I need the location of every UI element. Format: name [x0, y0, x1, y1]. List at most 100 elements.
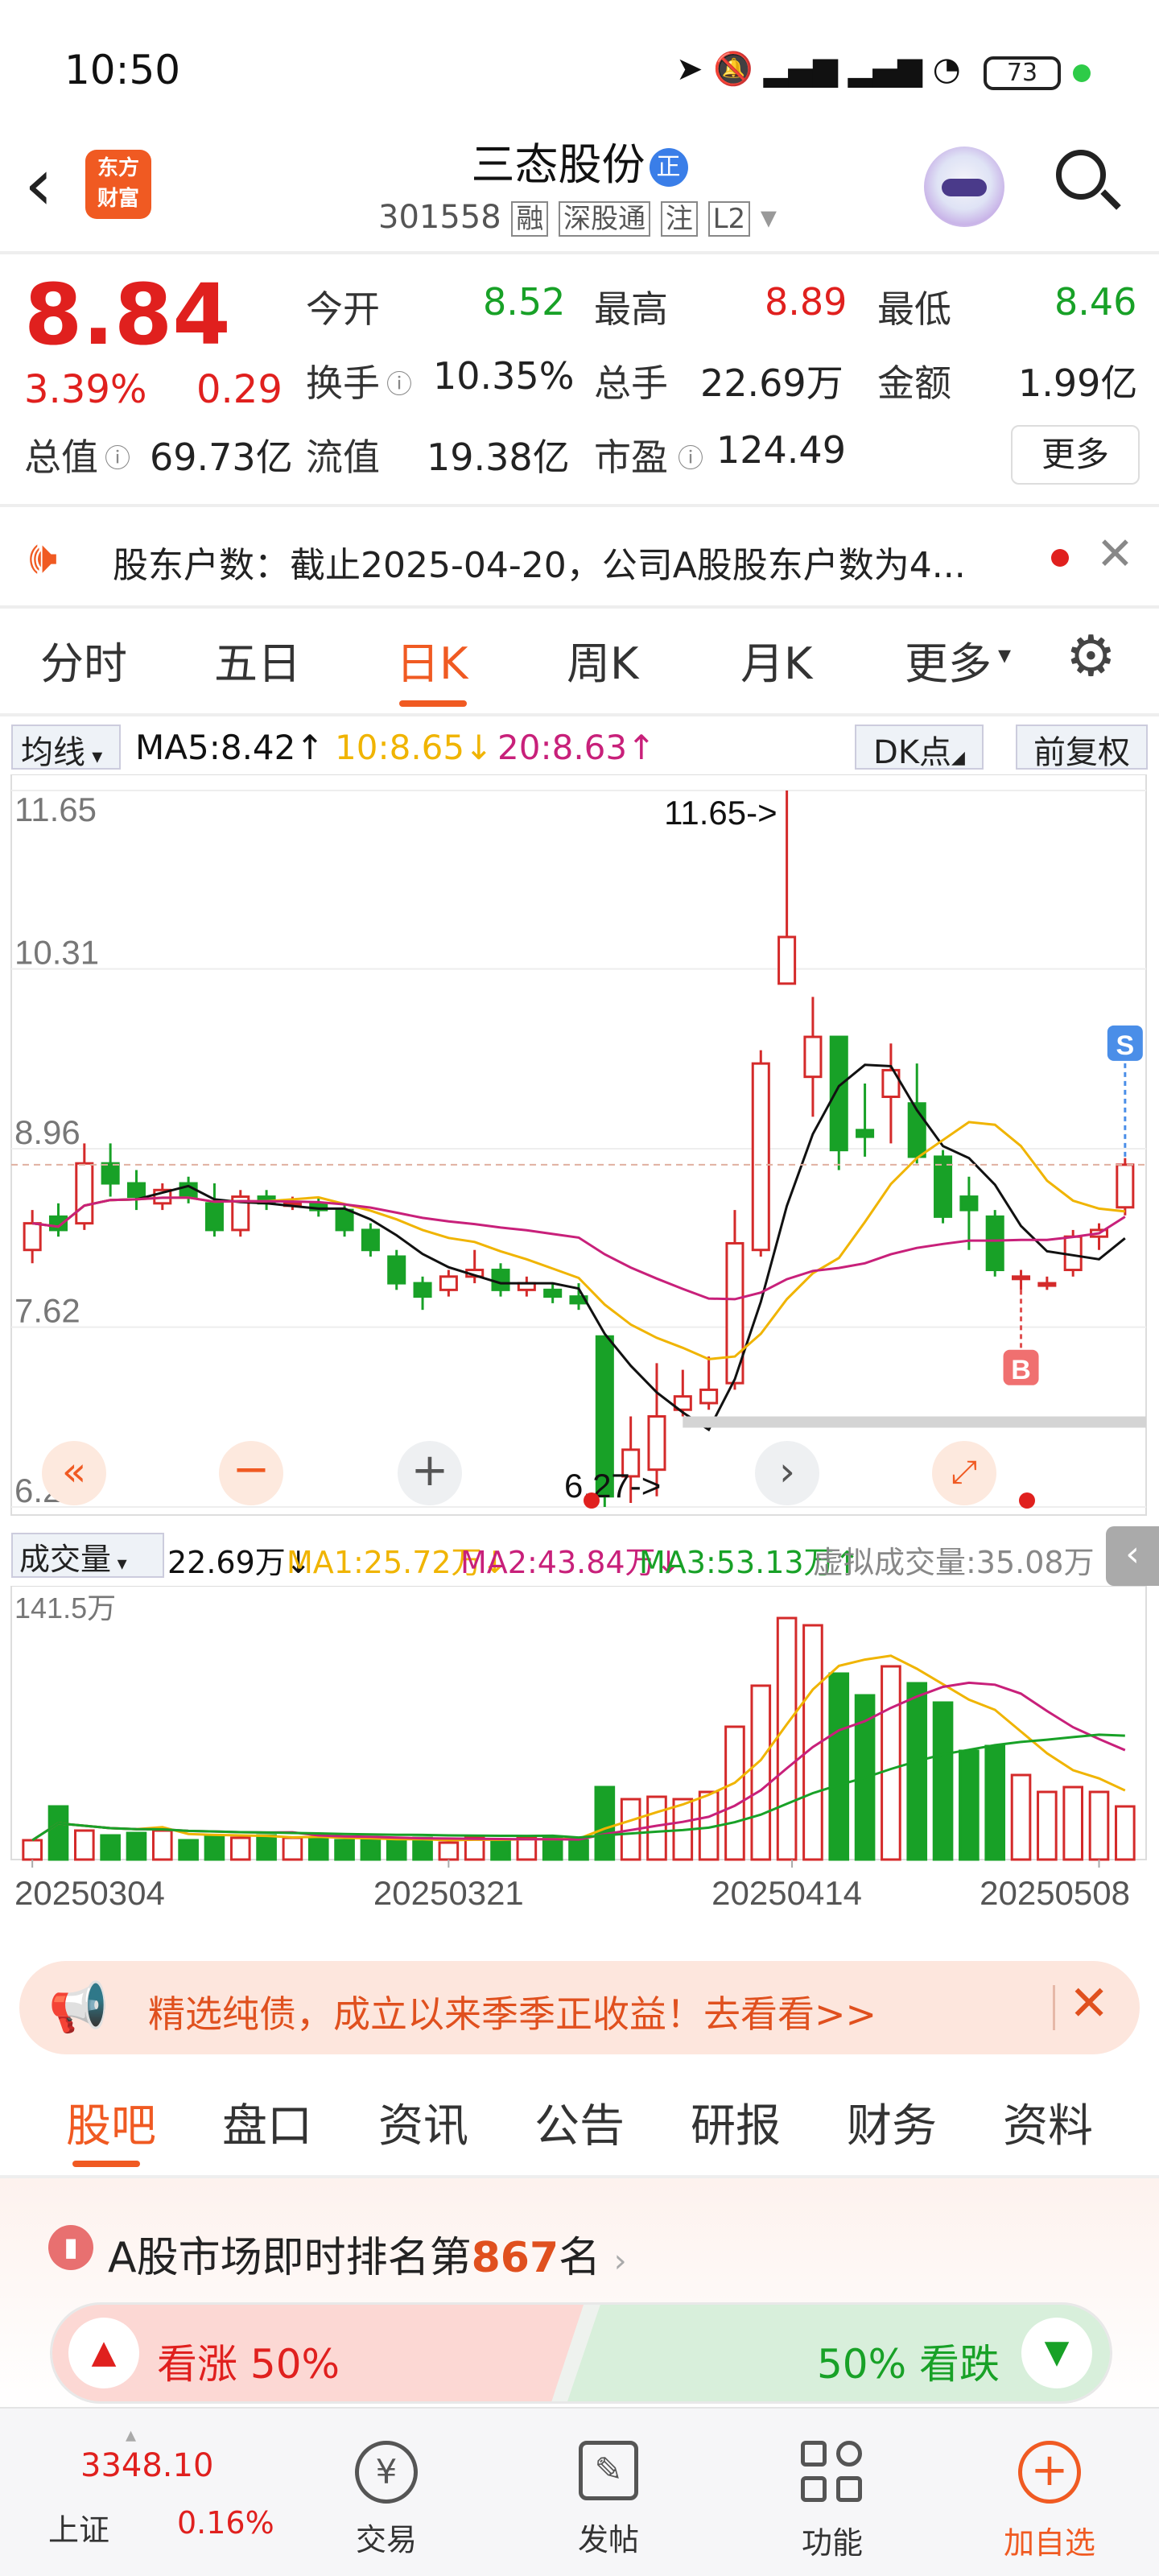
- volume-bar: [47, 1805, 69, 1861]
- volume-bar: [126, 1831, 147, 1861]
- candle: [335, 1208, 354, 1232]
- zoom-in-icon[interactable]: +: [398, 1441, 462, 1505]
- ad-banner[interactable]: 📢 精选纯债，成立以来季季正收益！去看看>> ✕: [19, 1961, 1140, 2054]
- tab-research[interactable]: 研报: [691, 2090, 781, 2155]
- tab-forum[interactable]: 股吧: [66, 2090, 156, 2155]
- zoom-out-icon[interactable]: −: [219, 1441, 283, 1505]
- index-name: 上证: [48, 2512, 110, 2548]
- bearish-label: 50% 看跌: [817, 2341, 1000, 2388]
- support-band: [683, 1416, 1146, 1428]
- volume-bar: [256, 1834, 277, 1861]
- volume-bar: [307, 1836, 329, 1861]
- bullish-label: 看涨 50%: [157, 2341, 340, 2388]
- nav-functions[interactable]: 功能: [752, 2441, 913, 2562]
- index-ticker[interactable]: ▴ 3348.10 上证 0.16%: [48, 2423, 290, 2558]
- info-icon[interactable]: ⓘ: [678, 438, 703, 475]
- volume-bar: [1115, 1805, 1136, 1861]
- stock-name: 三态股份: [471, 139, 645, 190]
- tab-monthly-k[interactable]: 月K: [740, 628, 812, 691]
- open-value: 8.52: [483, 280, 566, 324]
- caret-up-icon: ▴: [126, 2423, 137, 2447]
- arrow-down-icon[interactable]: ▼: [1021, 2318, 1092, 2388]
- volume-bar: [932, 1701, 954, 1861]
- robot-avatar[interactable]: [924, 147, 1004, 227]
- candle: [934, 1155, 953, 1218]
- ma-type-selector[interactable]: 均线 ▾: [11, 724, 121, 771]
- dk-point-button[interactable]: DK点◢: [855, 724, 984, 771]
- megaphone-icon: 📢: [48, 1979, 109, 2036]
- tab-finance[interactable]: 财务: [847, 2090, 937, 2155]
- tab-profile[interactable]: 资料: [1003, 2090, 1093, 2155]
- yen-icon: ¥: [355, 2441, 418, 2504]
- tab-news[interactable]: 资讯: [378, 2090, 468, 2155]
- nav-add-watchlist[interactable]: + 加自选: [969, 2441, 1130, 2562]
- volume-bar: [776, 1616, 798, 1861]
- volume-bar: [568, 1839, 589, 1861]
- amount-value: 1.99亿: [1018, 361, 1138, 405]
- candle: [23, 1222, 42, 1252]
- ad-divider: [1053, 1985, 1055, 2030]
- volume-bar: [516, 1836, 538, 1861]
- status-icons: ➤ 🔕 ▂▄▆ ▂▄▆ ◔: [676, 51, 961, 88]
- status-bar: 10:50 ➤ 🔕 ▂▄▆ ▂▄▆ ◔ 73: [0, 0, 1159, 145]
- fullscreen-icon[interactable]: ⤢: [932, 1441, 996, 1505]
- volume-chart: 141.5万 20250304 20250321 20250414 20250508: [10, 1586, 1147, 1912]
- volume-selector[interactable]: 成交量 ▾: [11, 1533, 164, 1578]
- x-tick-label: 20250321: [373, 1874, 524, 1912]
- volume-max-label: 141.5万: [14, 1591, 116, 1624]
- volume-bar: [178, 1839, 199, 1861]
- gear-icon[interactable]: ⚙: [1066, 623, 1116, 689]
- candle: [751, 1062, 770, 1252]
- volume-bar: [646, 1795, 667, 1861]
- nav-trade[interactable]: ¥ 交易: [306, 2441, 467, 2559]
- close-icon[interactable]: ✕: [1069, 1975, 1109, 2032]
- collapse-tab-icon[interactable]: ‹: [1106, 1526, 1159, 1586]
- quote-row-3: 总值 ⓘ 69.73亿 流值 19.38亿 市盈 ⓘ 124.49: [24, 428, 1151, 479]
- volume-bar: [334, 1839, 355, 1861]
- info-icon[interactable]: ⓘ: [386, 364, 412, 401]
- volume-bar: [282, 1836, 303, 1861]
- y-tick-label: 11.65: [14, 791, 97, 828]
- tab-announcements[interactable]: 公告: [534, 2090, 625, 2155]
- chart-controls: « − + › ⤢: [0, 1441, 1159, 1513]
- volume-value: 22.69万: [700, 361, 843, 405]
- active-tab-underline: [72, 2161, 140, 2167]
- close-icon[interactable]: ✕: [1096, 528, 1134, 580]
- more-button[interactable]: 更多: [1011, 425, 1140, 485]
- x-tick-label: 20250508: [980, 1874, 1130, 1912]
- candle: [1116, 1163, 1135, 1209]
- tab-intraday[interactable]: 分时: [40, 628, 127, 691]
- candle: [101, 1162, 120, 1185]
- tab-orderbook[interactable]: 盘口: [222, 2090, 312, 2155]
- tab-daily-k[interactable]: 日K: [396, 628, 468, 691]
- caret-down-icon: ▾: [998, 639, 1012, 670]
- pe-value: 124.49: [716, 428, 846, 472]
- volume-bar: [412, 1836, 433, 1861]
- low-value: 8.46: [1054, 280, 1137, 324]
- notice-dot-icon: [1051, 549, 1069, 567]
- k-chart[interactable]: 11.6510.318.967.626.2711.65->6.27->SB: [0, 774, 1159, 1523]
- tab-more[interactable]: 更多: [905, 628, 992, 691]
- adjust-button[interactable]: 前复权: [1016, 724, 1148, 771]
- buy-marker-text: B: [1011, 1355, 1031, 1385]
- rank-text[interactable]: A股市场即时排名第867名 ›: [108, 2223, 627, 2284]
- candle: [439, 1275, 458, 1291]
- search-icon[interactable]: [1056, 150, 1121, 211]
- volume-bar: [828, 1672, 850, 1861]
- amount-label: 金额: [877, 361, 951, 405]
- chart-tabs: 分时 五日 日K 周K 月K 更多 ▾ ⚙: [0, 623, 1159, 708]
- volume-bar: [100, 1834, 121, 1861]
- volume-bar: [1062, 1785, 1083, 1861]
- tab-five-day[interactable]: 五日: [214, 628, 301, 691]
- pe-label: 市盈: [594, 436, 668, 479]
- tab-weekly-k[interactable]: 周K: [567, 628, 638, 691]
- caret-down-icon[interactable]: ▾: [761, 199, 777, 236]
- turnover-label: 换手: [306, 361, 380, 405]
- notice-text[interactable]: 股东户数：截止2025-04-20，公司A股股东户数为4...: [113, 536, 1038, 588]
- info-icon[interactable]: ⓘ: [105, 438, 130, 475]
- nav-post[interactable]: ✎ 发帖: [528, 2441, 689, 2559]
- arrow-up-icon[interactable]: ▲: [68, 2318, 139, 2388]
- volume-bar: [906, 1682, 928, 1861]
- scroll-left-icon[interactable]: «: [42, 1441, 106, 1505]
- next-icon[interactable]: ›: [755, 1441, 819, 1505]
